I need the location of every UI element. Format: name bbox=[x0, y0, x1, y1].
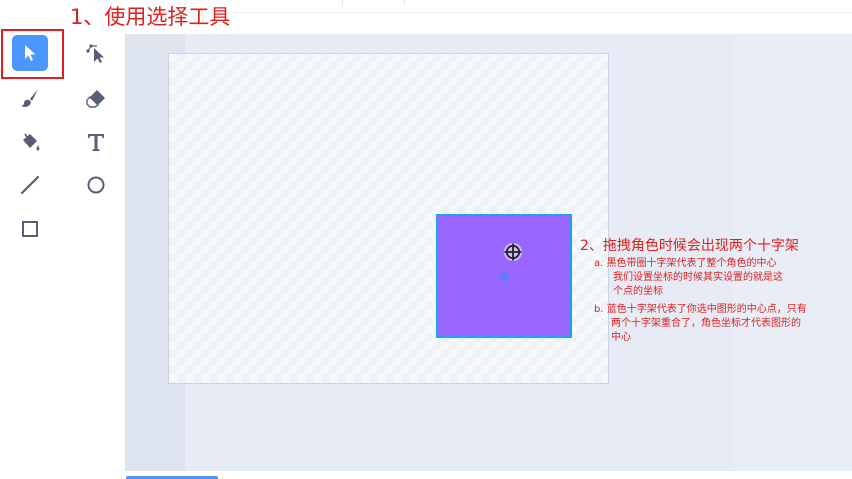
selection-center-plus-icon bbox=[498, 271, 510, 283]
select-tool-highlight bbox=[1, 29, 64, 79]
line-tool-button[interactable] bbox=[12, 167, 48, 203]
reshape-pointer-icon bbox=[86, 44, 104, 63]
text-tool-button[interactable] bbox=[78, 124, 114, 160]
fill-tool-button[interactable] bbox=[12, 124, 48, 160]
annotation-step1: 1、使用选择工具 bbox=[70, 5, 231, 29]
top-divider bbox=[404, 0, 405, 6]
brush-tool-button[interactable] bbox=[12, 80, 48, 116]
brush-icon bbox=[21, 89, 38, 107]
costume-center-crosshair-icon bbox=[504, 243, 522, 261]
annotation-note-b-line1: b. 蓝色十字架代表了你选中图形的中心点，只有 bbox=[594, 304, 807, 315]
top-border bbox=[125, 12, 852, 13]
rectangle-icon bbox=[22, 221, 38, 237]
annotation-note-a-line2: 我们设置坐标的时候其实设置的就是这 bbox=[613, 272, 783, 283]
text-t-icon bbox=[88, 134, 104, 151]
annotation-note-b-line2: 两个十字架重合了，角色坐标才代表图形的 bbox=[611, 318, 801, 329]
rectangle-tool-button[interactable] bbox=[12, 211, 48, 247]
eraser-icon bbox=[86, 90, 105, 108]
annotation-note-a-line3: 个点的坐标 bbox=[613, 286, 663, 297]
circle-tool-button[interactable] bbox=[78, 167, 114, 203]
paint-bucket-icon bbox=[23, 133, 40, 151]
top-divider bbox=[342, 0, 343, 6]
reshape-tool-button[interactable] bbox=[78, 35, 114, 71]
annotation-note-a-line1: a. 黑色带圈十字架代表了整个角色的中心 bbox=[594, 258, 777, 269]
eraser-tool-button[interactable] bbox=[78, 80, 114, 116]
annotation-step2: 2、拖拽角色时候会出现两个十字架 bbox=[580, 238, 799, 254]
line-icon bbox=[20, 175, 40, 195]
annotation-note-b-line3: 中心 bbox=[611, 332, 631, 343]
circle-icon bbox=[87, 176, 105, 194]
